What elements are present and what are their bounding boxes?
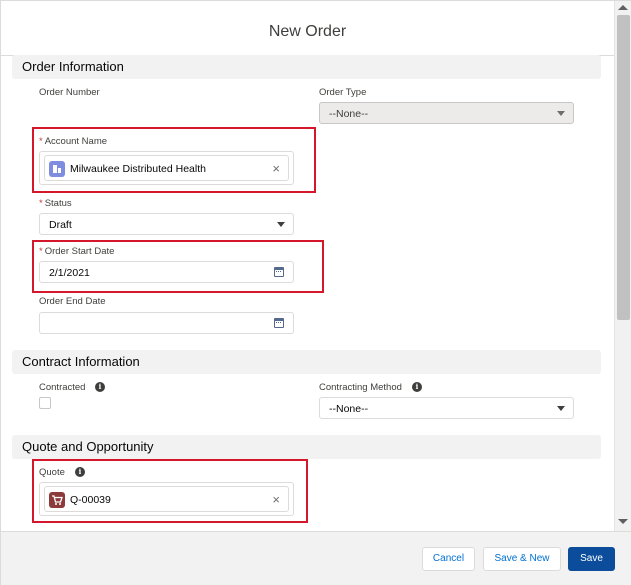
order-type-value: --None--	[329, 108, 369, 120]
section-quote-and-opportunity[interactable]: Quote and Opportunity	[12, 435, 601, 459]
contracted-label: Contracted	[39, 382, 86, 393]
contracting-method-select[interactable]: --None--	[319, 397, 574, 419]
new-order-modal: New Order Order Information Order Number…	[0, 0, 631, 585]
scrollbar[interactable]	[614, 1, 631, 531]
order-end-date-label: Order End Date	[39, 296, 106, 307]
highlight-order-start-date	[32, 240, 324, 293]
contracted-checkbox[interactable]	[39, 397, 51, 409]
contracting-method-label: Contracting Method	[319, 382, 402, 393]
required-marker: *	[39, 198, 43, 209]
info-icon[interactable]: i	[95, 382, 105, 392]
status-value: Draft	[49, 219, 72, 231]
section-contract-information[interactable]: Contract Information	[12, 350, 601, 374]
status-label: * Status	[39, 198, 72, 209]
status-label-text: Status	[44, 198, 72, 209]
save-and-new-button[interactable]: Save & New	[483, 547, 561, 571]
status-select[interactable]: Draft	[39, 213, 294, 235]
section-title: Contract Information	[22, 354, 140, 369]
chevron-down-icon	[557, 406, 565, 411]
chevron-down-icon	[277, 222, 285, 227]
info-icon[interactable]: i	[412, 382, 422, 392]
highlight-account-name	[32, 127, 316, 193]
order-type-select[interactable]: --None--	[319, 102, 574, 124]
save-button[interactable]: Save	[568, 547, 615, 571]
modal-title: New Order	[268, 23, 347, 40]
order-end-date-input[interactable]	[39, 312, 294, 334]
section-title: Quote and Opportunity	[22, 439, 154, 454]
modal-header: New Order	[1, 1, 614, 56]
modal-footer: Cancel Save & New Save	[1, 531, 631, 585]
scroll-up-arrow-icon[interactable]	[618, 5, 628, 10]
chevron-down-icon	[557, 111, 565, 116]
section-title: Order Information	[22, 59, 124, 74]
section-order-information[interactable]: Order Information	[12, 55, 601, 79]
scroll-thumb[interactable]	[617, 15, 630, 320]
cancel-button[interactable]: Cancel	[422, 547, 475, 571]
contracting-method-value: --None--	[329, 403, 369, 415]
order-number-label: Order Number	[39, 87, 100, 98]
highlight-quote	[32, 459, 308, 523]
order-type-label: Order Type	[319, 87, 367, 98]
calendar-icon[interactable]	[274, 318, 284, 328]
scroll-down-arrow-icon[interactable]	[618, 519, 628, 524]
